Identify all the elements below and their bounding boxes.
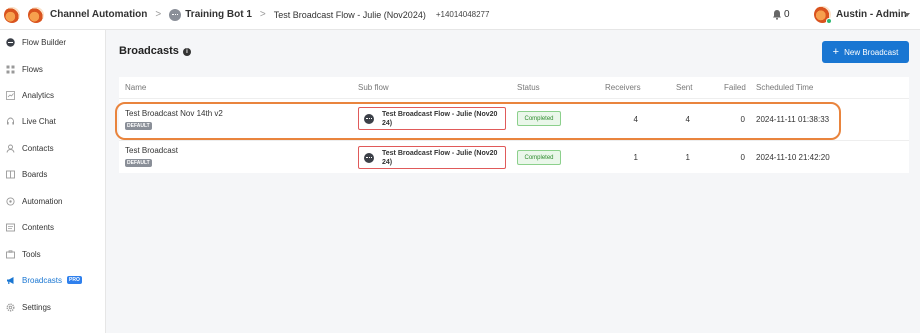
sidebar-item-label: Flows [22,64,43,74]
subflow-line-2: 24) [382,158,393,166]
breadcrumb-workspace[interactable]: Channel Automation [50,9,147,20]
column-header-sent[interactable]: Sent [676,83,692,92]
brand-logo-icon[interactable] [4,6,20,23]
info-icon[interactable]: i [182,48,191,56]
column-header-scheduled-time[interactable]: Scheduled Time [756,83,813,92]
page-title: Broadcasts i [119,45,191,57]
sidebar-item-boards[interactable]: Boards [0,164,106,184]
row-divider [119,140,909,141]
sidebar-item-contents[interactable]: Contents [0,217,106,237]
sent-count: 1 [685,153,690,162]
phone-number: +14014048277 [435,10,490,19]
sidebar-item-analytics[interactable]: Analytics [0,85,106,105]
subflow-line-1: Test Broadcast Flow - Julie (Nov20 [382,149,498,157]
sidebar-item-label: Contacts [22,143,54,153]
sidebar-item-label: Boards [22,169,48,179]
new-broadcast-button[interactable]: + New Broadcast [822,41,909,63]
breadcrumb-flow[interactable]: Test Broadcast Flow - Julie (Nov2024) [274,10,426,20]
breadcrumb-bot[interactable]: Training Bot 1 [185,9,252,20]
automation-icon [6,196,15,206]
chevron-right-icon: > [155,9,162,20]
subflow-label: Test Broadcast Flow - Julie (Nov20 24) [382,149,497,167]
chat-bubble-icon [364,152,374,163]
chevron-down-icon[interactable] [904,13,910,17]
sidebar-item-flows[interactable]: Flows [0,59,106,79]
top-bar: Channel Automation > Training Bot 1 > Te… [0,0,920,30]
pro-badge: PRO [67,276,82,284]
sidebar-item-label: Broadcasts [22,275,63,285]
sidebar: Flow Builder Flows Analytics Live Chat C… [0,30,106,333]
sidebar-item-live-chat[interactable]: Live Chat [0,111,106,131]
bell-icon[interactable] [772,9,782,20]
grid-icon [6,65,15,73]
sidebar-item-flow-builder[interactable]: Flow Builder [0,32,106,52]
bot-icon [169,8,182,21]
sidebar-item-label: Contents [22,222,55,232]
header-divider [119,98,909,99]
receivers-count: 1 [633,153,638,162]
broadcast-name[interactable]: Test Broadcast [125,146,178,155]
board-icon [6,170,15,178]
column-header-name[interactable]: Name [125,83,146,92]
scheduled-time: 2024-11-10 21:42:20 [756,153,830,162]
online-status-icon [826,18,832,24]
sidebar-item-label: Settings [22,302,51,312]
plus-icon: + [832,46,840,58]
chart-icon [6,90,15,100]
notification-count: 0 [784,9,790,20]
default-badge: DEFAULT [125,159,152,167]
chevron-right-icon: > [259,9,266,20]
column-header-status[interactable]: Status [517,83,540,92]
sidebar-item-label: Automation [22,196,63,206]
column-header-failed[interactable]: Failed [724,83,746,92]
sidebar-item-label: Tools [22,249,41,259]
row-highlight-annotation [115,102,841,140]
workspace-logo-icon [28,6,44,23]
sidebar-item-settings[interactable]: Settings [0,297,106,317]
sidebar-item-label: Flow Builder [22,37,67,47]
column-header-subflow[interactable]: Sub flow [358,83,389,92]
sidebar-item-label: Live Chat [22,116,56,126]
chat-bubble-icon [6,37,15,47]
headset-icon [7,117,14,124]
column-header-receivers[interactable]: Receivers [605,83,641,92]
subflow-link[interactable]: Test Broadcast Flow - Julie (Nov20 24) [358,146,506,169]
sidebar-item-automation[interactable]: Automation [0,191,106,211]
failed-count: 0 [740,153,745,162]
tools-icon [6,249,15,258]
user-menu[interactable]: Austin - Admin [836,9,907,20]
page-title-text: Broadcasts [119,45,179,57]
gear-icon [6,303,15,311]
sidebar-item-contacts[interactable]: Contacts [0,138,106,158]
status-badge: Completed [517,150,561,165]
sidebar-item-label: Analytics [22,90,55,100]
sidebar-item-tools[interactable]: Tools [0,244,106,264]
person-icon [6,144,15,153]
sidebar-item-broadcasts[interactable]: Broadcasts PRO [0,270,106,290]
new-broadcast-label: New Broadcast [844,47,899,57]
megaphone-icon [7,276,14,284]
contents-icon [6,223,15,231]
